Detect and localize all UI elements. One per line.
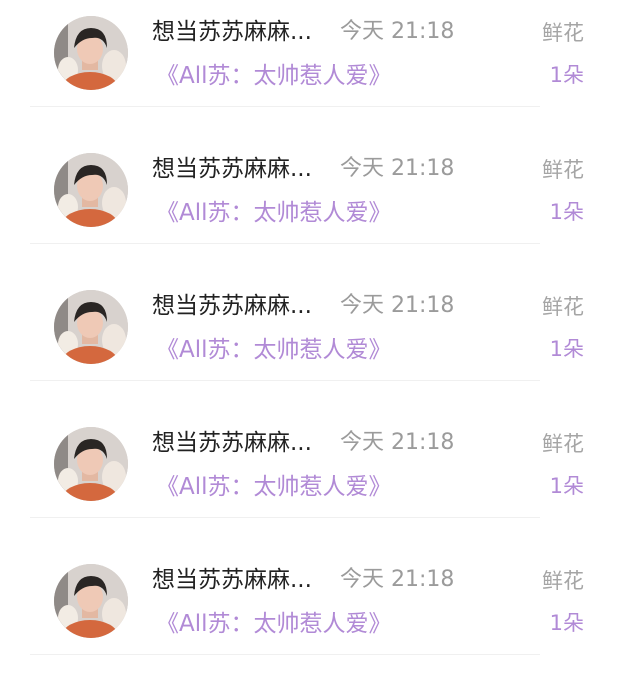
avatar-photo-icon: [54, 16, 128, 90]
divider: [30, 243, 540, 244]
username[interactable]: 想当苏苏麻麻...: [152, 427, 312, 459]
book-title-link[interactable]: 《All苏：太帅惹人爱》: [156, 334, 392, 366]
list-item[interactable]: 想当苏苏麻麻... 今天 21:18 鲜花 《All苏：太帅惹人爱》 1朵: [0, 274, 640, 411]
gift-type-label: 鲜花: [542, 21, 584, 45]
timestamp: 今天 21:18: [340, 156, 455, 181]
username[interactable]: 想当苏苏麻麻...: [152, 153, 312, 185]
user-avatar[interactable]: [54, 290, 128, 364]
avatar-photo-icon: [54, 564, 128, 638]
gift-type-label: 鲜花: [542, 158, 584, 182]
list-item[interactable]: 想当苏苏麻麻... 今天 21:18 鲜花 《All苏：太帅惹人爱》 1朵: [0, 137, 640, 274]
divider: [30, 654, 540, 655]
username[interactable]: 想当苏苏麻麻...: [152, 290, 312, 322]
timestamp: 今天 21:18: [340, 430, 455, 455]
list-item[interactable]: 想当苏苏麻麻... 今天 21:18 鲜花 《All苏：太帅惹人爱》 1朵: [0, 548, 640, 685]
username[interactable]: 想当苏苏麻麻...: [152, 564, 312, 596]
book-title-link[interactable]: 《All苏：太帅惹人爱》: [156, 608, 392, 640]
gift-record-list: 想当苏苏麻麻... 今天 21:18 鲜花 《All苏：太帅惹人爱》 1朵 想当…: [0, 0, 640, 668]
gift-type-label: 鲜花: [542, 569, 584, 593]
user-avatar[interactable]: [54, 153, 128, 227]
timestamp: 今天 21:18: [340, 293, 455, 318]
book-title-link[interactable]: 《All苏：太帅惹人爱》: [156, 60, 392, 92]
book-title-link[interactable]: 《All苏：太帅惹人爱》: [156, 197, 392, 229]
timestamp: 今天 21:18: [340, 19, 455, 44]
gift-count: 1朵: [549, 474, 584, 498]
divider: [30, 517, 540, 518]
gift-type-label: 鲜花: [542, 432, 584, 456]
user-avatar[interactable]: [54, 564, 128, 638]
divider: [30, 106, 540, 107]
list-item[interactable]: 想当苏苏麻麻... 今天 21:18 鲜花 《All苏：太帅惹人爱》 1朵: [0, 0, 640, 137]
gift-type-label: 鲜花: [542, 295, 584, 319]
gift-count: 1朵: [549, 200, 584, 224]
divider: [30, 380, 540, 381]
user-avatar[interactable]: [54, 16, 128, 90]
gift-count: 1朵: [549, 63, 584, 87]
list-item[interactable]: 想当苏苏麻麻... 今天 21:18 鲜花 《All苏：太帅惹人爱》 1朵: [0, 411, 640, 548]
gift-count: 1朵: [549, 337, 584, 361]
avatar-photo-icon: [54, 153, 128, 227]
avatar-photo-icon: [54, 290, 128, 364]
username[interactable]: 想当苏苏麻麻...: [152, 16, 312, 48]
user-avatar[interactable]: [54, 427, 128, 501]
avatar-photo-icon: [54, 427, 128, 501]
book-title-link[interactable]: 《All苏：太帅惹人爱》: [156, 471, 392, 503]
gift-count: 1朵: [549, 611, 584, 635]
timestamp: 今天 21:18: [340, 567, 455, 592]
